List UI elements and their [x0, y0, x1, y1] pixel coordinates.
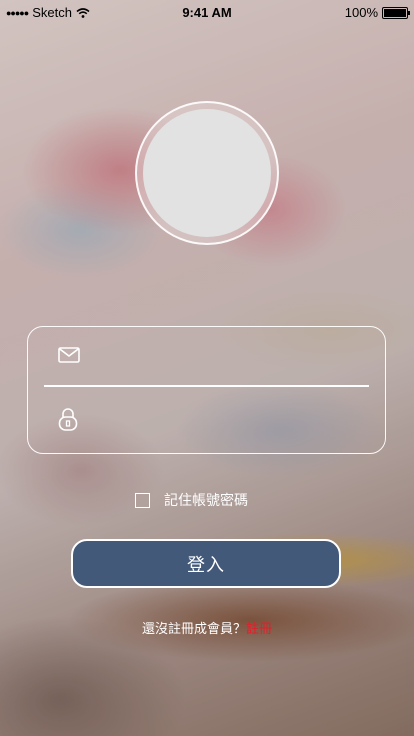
status-bar: ●●●●● Sketch 9:41 AM 100% [0, 0, 414, 24]
envelope-icon [58, 347, 80, 363]
email-field[interactable] [98, 343, 365, 373]
battery-icon [382, 6, 410, 19]
login-screen: ●●●●● Sketch 9:41 AM 100% 記住帳號密碼 登入 還沒註冊… [0, 0, 414, 736]
battery-percent: 100% [344, 5, 378, 20]
password-field-row [28, 389, 385, 449]
register-link[interactable]: 註冊 [246, 621, 272, 636]
register-prompt: 還沒註冊成會員？ [141, 621, 246, 636]
password-field[interactable] [98, 405, 365, 435]
field-divider [44, 385, 369, 387]
status-right: 100% [344, 5, 410, 20]
avatar[interactable] [143, 109, 271, 237]
lock-icon [58, 408, 78, 431]
login-form [27, 326, 386, 454]
battery-fill [384, 8, 406, 17]
email-field-row [28, 327, 385, 387]
remember-label[interactable]: 記住帳號密碼 [164, 490, 248, 510]
login-button[interactable]: 登入 [71, 539, 341, 588]
remember-row: 記住帳號密碼 [135, 490, 248, 510]
remember-checkbox[interactable] [135, 492, 150, 508]
register-line: 還沒註冊成會員？註冊 [0, 618, 414, 637]
